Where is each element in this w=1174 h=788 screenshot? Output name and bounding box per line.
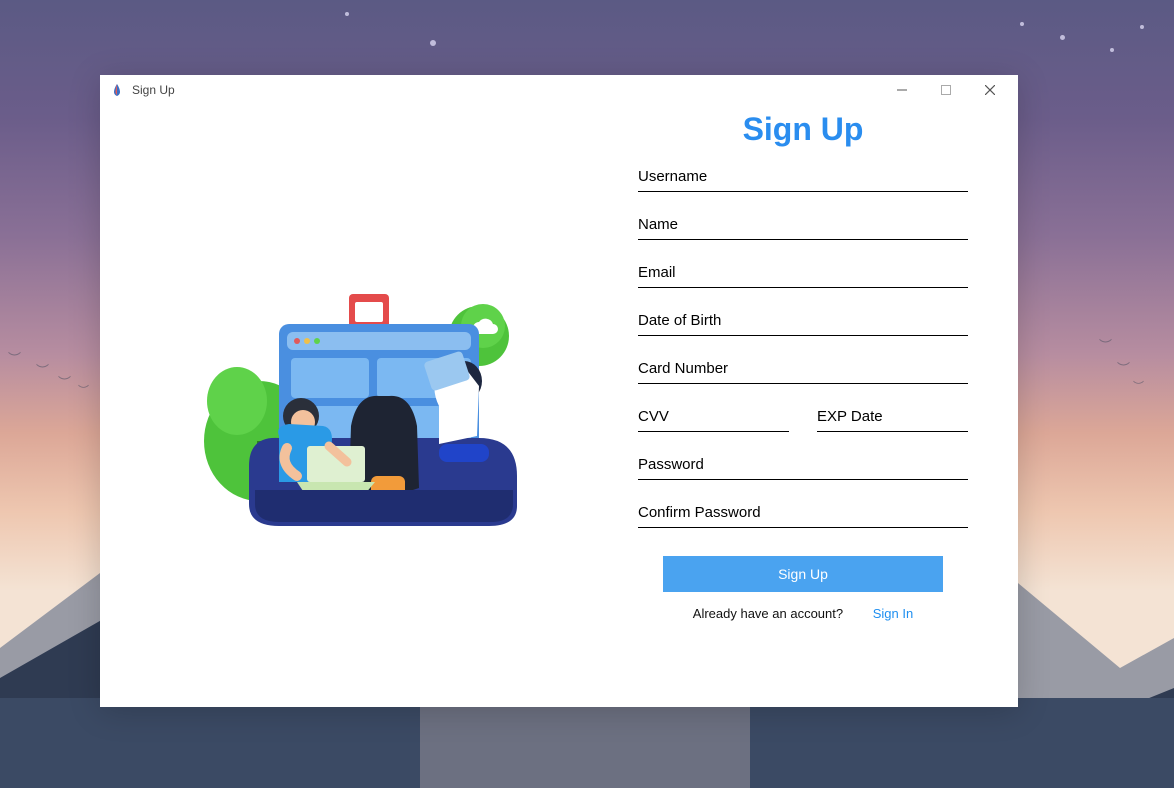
- bird-icon: ︶: [1133, 378, 1144, 394]
- password-field[interactable]: [638, 452, 968, 480]
- signup-illustration: [179, 276, 539, 536]
- app-icon: [110, 83, 124, 97]
- bird-icon: ︶: [78, 382, 89, 398]
- signup-form: Sign Up: [618, 105, 1018, 707]
- app-window: Sign Up: [100, 75, 1018, 707]
- confirm-password-field[interactable]: [638, 500, 968, 528]
- already-have-account-text: Already have an account?: [693, 606, 843, 621]
- minimize-button[interactable]: [880, 75, 924, 105]
- signin-link[interactable]: Sign In: [873, 606, 913, 621]
- maximize-button[interactable]: [924, 75, 968, 105]
- bird-icon: ︶: [8, 348, 21, 367]
- bird-icon: ︶: [58, 372, 71, 391]
- close-button[interactable]: [968, 75, 1012, 105]
- window-title: Sign Up: [132, 83, 175, 97]
- card-number-field[interactable]: [638, 356, 968, 384]
- exp-date-field[interactable]: [817, 404, 968, 432]
- illustration-pane: [100, 105, 618, 707]
- signup-button[interactable]: Sign Up: [663, 556, 943, 592]
- name-field[interactable]: [638, 212, 968, 240]
- bird-icon: ︶: [1117, 358, 1130, 377]
- lake: [0, 698, 1174, 788]
- bird-icon: ︶: [36, 360, 49, 379]
- cvv-field[interactable]: [638, 404, 789, 432]
- username-field[interactable]: [638, 164, 968, 192]
- dob-field[interactable]: [638, 308, 968, 336]
- titlebar: Sign Up: [100, 75, 1018, 105]
- email-field[interactable]: [638, 260, 968, 288]
- form-heading: Sign Up: [638, 111, 968, 148]
- bird-icon: ︶: [1099, 335, 1112, 354]
